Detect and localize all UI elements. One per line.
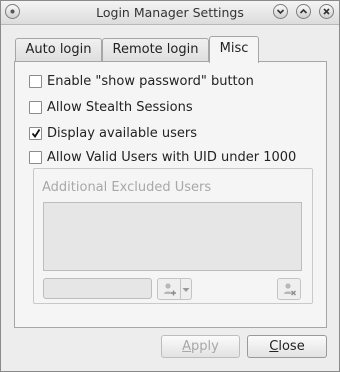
maximize-button[interactable] — [296, 4, 311, 19]
display-users-checkbox[interactable] — [29, 127, 42, 140]
add-user-icon — [164, 283, 176, 296]
close-label: lose — [278, 339, 305, 354]
checkmark-icon — [31, 129, 41, 139]
window-title: Login Manager Settings — [96, 5, 244, 20]
tab-remote-login[interactable]: Remote login — [102, 38, 209, 62]
tab-misc[interactable]: Misc — [209, 36, 259, 63]
close-icon — [323, 8, 330, 15]
add-user-button[interactable] — [157, 278, 181, 300]
show-password-checkbox[interactable] — [29, 75, 42, 88]
minimize-button[interactable] — [273, 4, 288, 19]
tab-auto-login[interactable]: Auto login — [15, 38, 102, 62]
remove-user-icon — [284, 283, 296, 296]
low-uid-checkbox[interactable] — [29, 151, 42, 164]
excluded-users-group: Additional Excluded Users — [33, 168, 313, 304]
apply-button[interactable]: Apply — [161, 335, 240, 358]
option-label: Allow Valid Users with UID under 1000 — [47, 150, 297, 165]
settings-window: Login Manager Settings Auto login Remote… — [0, 0, 340, 372]
stealth-sessions-checkbox[interactable] — [29, 101, 42, 114]
add-user-dropdown[interactable] — [181, 278, 192, 300]
remove-user-button[interactable] — [277, 278, 301, 300]
close-button[interactable]: Close — [247, 335, 327, 358]
close-window-button[interactable] — [319, 4, 334, 19]
chevron-down-icon — [182, 288, 190, 292]
excluded-users-title: Additional Excluded Users — [42, 180, 212, 195]
title-bar[interactable]: Login Manager Settings — [1, 1, 339, 25]
apply-label: pply — [191, 339, 219, 354]
maximize-icon — [299, 8, 308, 14]
option-label: Enable "show password" button — [47, 74, 254, 89]
misc-panel: Enable "show password" button Allow Stea… — [14, 61, 327, 328]
excluded-user-input[interactable] — [43, 278, 152, 299]
option-label: Display available users — [47, 126, 197, 141]
close-mnemonic: C — [269, 339, 279, 354]
apply-mnemonic: A — [182, 339, 192, 354]
excluded-users-list[interactable] — [43, 202, 302, 271]
minimize-icon — [276, 9, 285, 15]
option-label: Allow Stealth Sessions — [47, 100, 193, 115]
